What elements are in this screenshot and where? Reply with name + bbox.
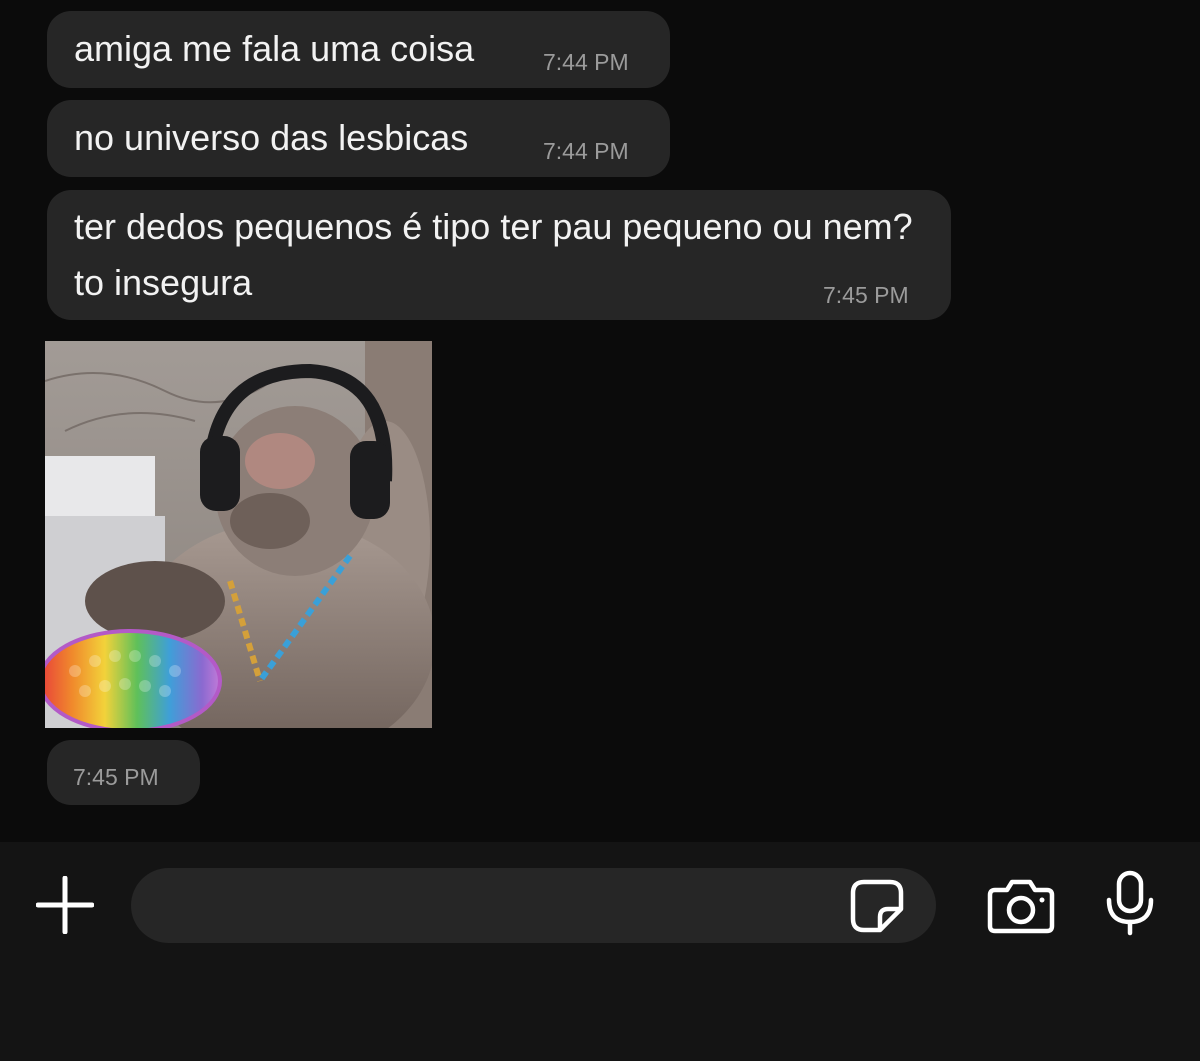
camera-button[interactable] xyxy=(987,878,1055,934)
received-message-bubble[interactable]: ter dedos pequenos é tipo ter pau pequen… xyxy=(47,190,951,320)
microphone-icon xyxy=(1106,870,1154,936)
sticker-button[interactable] xyxy=(850,879,904,933)
message-input[interactable] xyxy=(157,868,841,945)
sticker-icon xyxy=(850,879,904,933)
add-attachment-button[interactable] xyxy=(35,875,95,935)
received-photo[interactable] xyxy=(45,341,432,728)
received-message-bubble[interactable]: amiga me fala uma coisa 7:44 PM xyxy=(47,11,670,88)
message-timestamp: 7:45 PM xyxy=(823,282,909,308)
message-timestamp: 7:45 PM xyxy=(73,764,159,790)
received-message-bubble[interactable]: 7:45 PM xyxy=(47,740,200,805)
message-text: amiga me fala uma coisa xyxy=(74,28,475,69)
message-timestamp: 7:44 PM xyxy=(543,138,629,164)
camera-icon xyxy=(987,879,1055,934)
received-message-bubble[interactable]: no universo das lesbicas 7:44 PM xyxy=(47,100,670,177)
message-text: ter dedos pequenos é tipo ter pau pequen… xyxy=(74,206,913,303)
voice-message-button[interactable] xyxy=(1104,870,1156,936)
monkey-photo-illustration xyxy=(45,341,432,728)
chat-screen: amiga me fala uma coisa 7:44 PM no unive… xyxy=(0,0,1200,1061)
message-timestamp: 7:44 PM xyxy=(543,49,629,75)
message-input-container[interactable] xyxy=(131,868,936,945)
message-text: no universo das lesbicas xyxy=(74,117,469,158)
plus-icon xyxy=(35,875,95,935)
message-list[interactable]: amiga me fala uma coisa 7:44 PM no unive… xyxy=(0,0,1200,842)
